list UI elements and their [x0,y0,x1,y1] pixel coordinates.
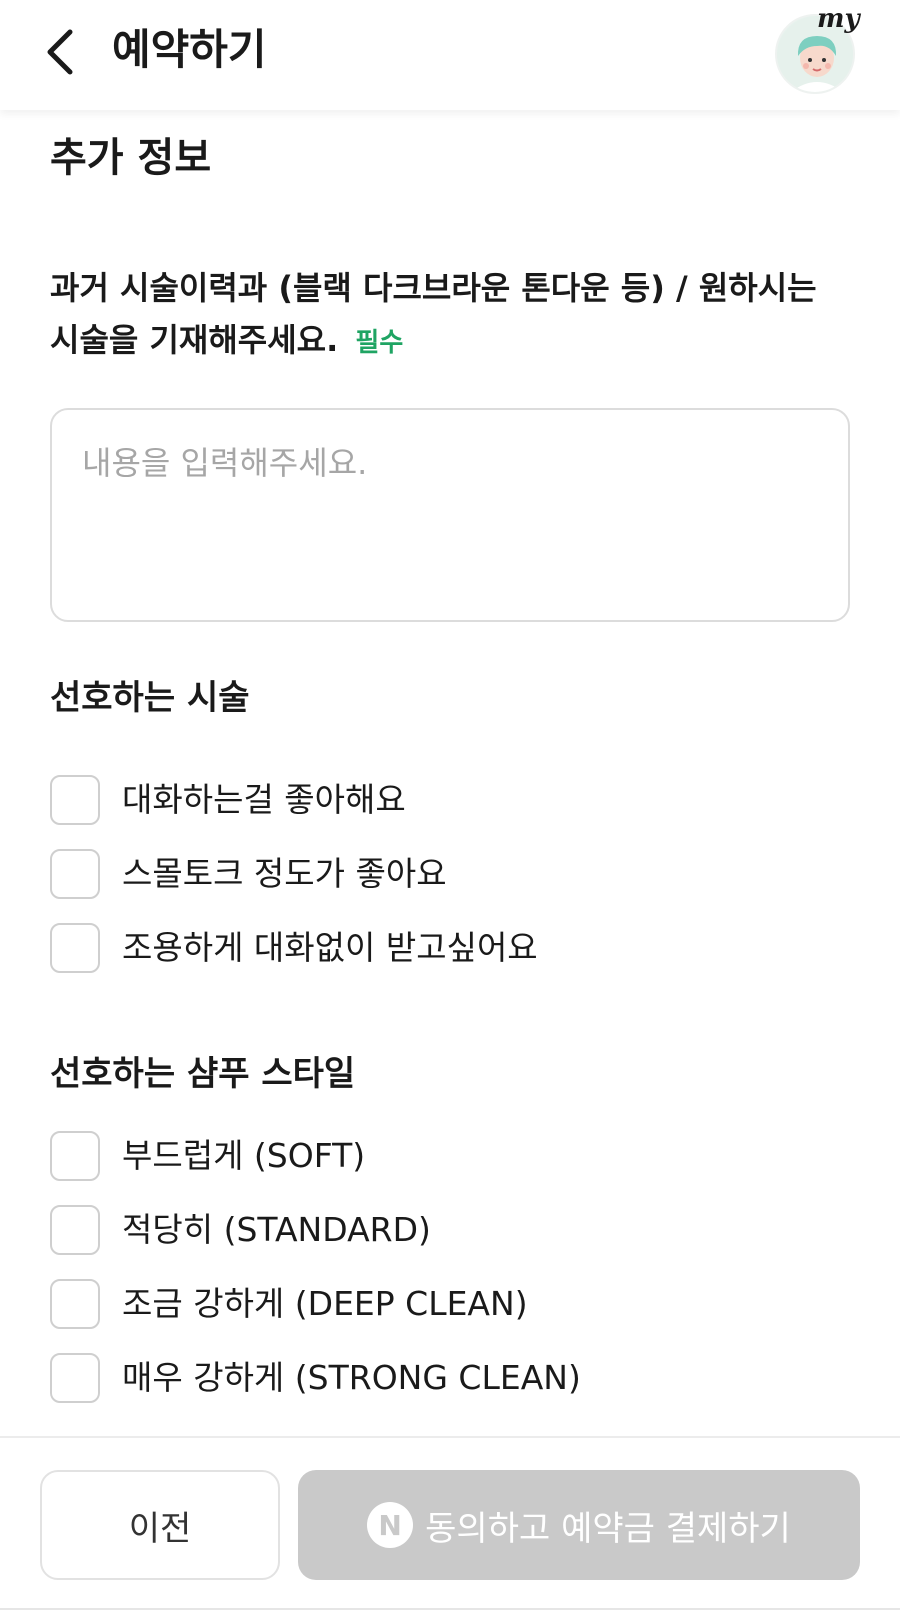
checkbox[interactable] [50,775,100,825]
pay-button[interactable]: N 동의하고 예약금 결제하기 [298,1470,860,1580]
checkbox[interactable] [50,1353,100,1403]
footer-divider [0,1436,900,1438]
checkbox[interactable] [50,1205,100,1255]
my-page-button[interactable]: my [775,4,860,94]
option-label: 매우 강하게 (STRONG CLEAN) [122,1358,581,1397]
option-deep-clean[interactable]: 조금 강하게 (DEEP CLEAN) [50,1278,528,1330]
option-quiet[interactable]: 조용하게 대화없이 받고싶어요 [50,922,538,974]
option-label: 조금 강하게 (DEEP CLEAN) [122,1284,528,1323]
option-small-talk[interactable]: 스몰토크 정도가 좋아요 [50,848,447,900]
history-textarea[interactable] [50,408,850,622]
bottom-divider [0,1608,900,1610]
my-label: my [817,4,860,34]
option-chat-lover[interactable]: 대화하는걸 좋아해요 [50,774,406,826]
option-label: 조용하게 대화없이 받고싶어요 [122,928,538,967]
option-soft[interactable]: 부드럽게 (SOFT) [50,1130,365,1182]
history-question: 과거 시술이력과 (블랙 다크브라운 톤다운 등) / 원하시는 시술을 기재해… [50,262,850,369]
chevron-left-icon [47,29,73,75]
shampoo-style-title: 선호하는 샴푸 스타일 [50,1054,356,1094]
pay-button-label: 동의하고 예약금 결제하기 [425,1508,791,1549]
checkbox[interactable] [50,923,100,973]
checkbox[interactable] [50,1279,100,1329]
section-title: 추가 정보 [50,135,212,181]
app-header: 예약하기 my [0,0,900,110]
prev-button[interactable]: 이전 [40,1470,280,1580]
page-title: 예약하기 [112,25,267,74]
checkbox[interactable] [50,849,100,899]
required-badge: 필수 [355,328,404,358]
option-label: 부드럽게 (SOFT) [122,1136,366,1175]
history-question-label: 과거 시술이력과 (블랙 다크브라운 톤다운 등) / 원하시는 시술을 기재해… [50,269,817,359]
option-strong-clean[interactable]: 매우 강하게 (STRONG CLEAN) [50,1352,581,1404]
checkbox[interactable] [50,1131,100,1181]
naver-pay-icon: N [367,1502,414,1548]
preferred-service-title: 선호하는 시술 [50,678,250,718]
back-button[interactable] [36,22,86,82]
option-label: 스몰토크 정도가 좋아요 [122,854,447,893]
option-label: 적당히 (STANDARD) [122,1210,431,1249]
option-standard[interactable]: 적당히 (STANDARD) [50,1204,431,1256]
option-label: 대화하는걸 좋아해요 [122,780,406,819]
